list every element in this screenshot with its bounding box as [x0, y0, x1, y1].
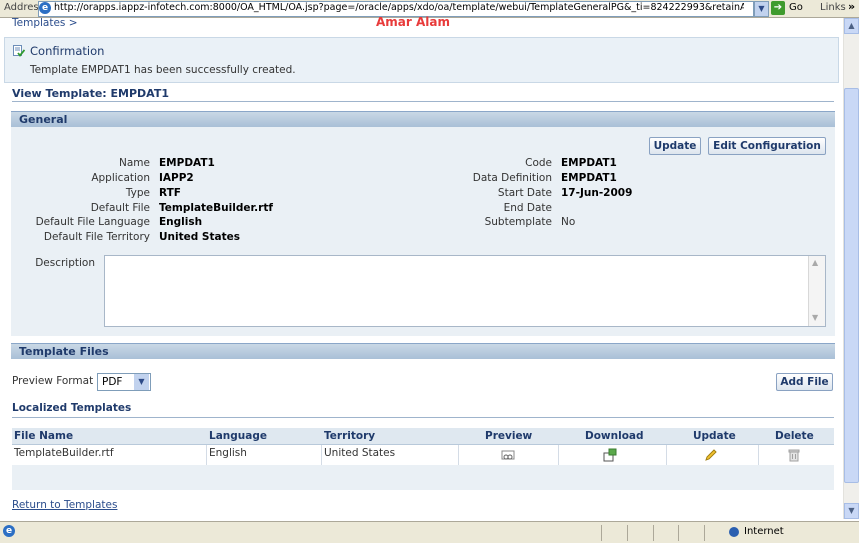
- description-scrollbar[interactable]: ▲ ▼: [808, 256, 825, 326]
- page-title: View Template: EMPDAT1: [12, 87, 169, 100]
- download-icon[interactable]: [603, 448, 617, 462]
- language-cell: English: [209, 447, 247, 459]
- status-divider: [627, 525, 628, 541]
- select-chevron-down-icon[interactable]: ▼: [134, 374, 149, 390]
- go-button[interactable]: ➔ Go: [771, 1, 805, 15]
- application-value: IAPP2: [159, 172, 194, 184]
- add-file-button[interactable]: Add File: [776, 373, 833, 391]
- subtemplate-label: Subtemplate: [484, 216, 552, 228]
- localized-divider: [12, 417, 834, 418]
- data-definition-label: Data Definition: [472, 172, 552, 184]
- scroll-up-icon[interactable]: ▲: [844, 18, 859, 34]
- scroll-thumb[interactable]: [844, 88, 859, 483]
- preview-glasses-icon[interactable]: [501, 450, 515, 462]
- table-header-row: File Name Language Territory Preview Dow…: [12, 428, 834, 445]
- table-row: TemplateBuilder.rtf English United State…: [12, 445, 834, 465]
- links-chevron-icon[interactable]: »: [848, 0, 855, 13]
- cell-divider: [458, 445, 459, 465]
- start-date-label: Start Date: [497, 187, 552, 199]
- type-label: Type: [125, 187, 150, 199]
- internet-zone-label: Internet: [744, 526, 784, 537]
- end-date-label: End Date: [503, 202, 552, 214]
- description-textarea[interactable]: ▲ ▼: [104, 255, 826, 327]
- ie-page-icon: e: [39, 2, 51, 14]
- breadcrumb-templates[interactable]: Templates >: [12, 17, 78, 29]
- col-preview: Preview: [485, 430, 533, 442]
- col-download: Download: [585, 430, 644, 442]
- preview-format-value: PDF: [102, 376, 123, 388]
- confirmation-message: Template EMPDAT1 has been successfully c…: [30, 64, 296, 76]
- author-watermark: Amar Alam: [376, 15, 450, 29]
- col-delete: Delete: [775, 430, 814, 442]
- name-value: EMPDAT1: [159, 157, 215, 169]
- go-label: Go: [789, 2, 803, 13]
- preview-format-select[interactable]: PDF ▼: [97, 373, 151, 391]
- url-text[interactable]: http://orapps.iappz-infotech.com:8000/OA…: [54, 2, 744, 13]
- col-file-name: File Name: [14, 430, 74, 442]
- cell-divider: [321, 445, 322, 465]
- status-divider: [678, 525, 679, 541]
- go-arrow-icon: ➔: [771, 1, 785, 15]
- file-name-cell: TemplateBuilder.rtf: [14, 447, 114, 459]
- return-to-templates-link[interactable]: Return to Templates: [12, 499, 117, 511]
- cell-divider: [666, 445, 667, 465]
- type-value: RTF: [159, 187, 181, 199]
- cell-divider: [558, 445, 559, 465]
- description-scroll-up-icon[interactable]: ▲: [812, 258, 818, 267]
- scroll-down-icon[interactable]: ▼: [844, 503, 859, 519]
- vertical-scrollbar[interactable]: ▲ ▼: [843, 18, 859, 519]
- links-label[interactable]: Links: [820, 2, 846, 13]
- template-files-header: Template Files: [11, 343, 835, 359]
- col-language: Language: [209, 430, 267, 442]
- delete-trash-icon[interactable]: [788, 448, 800, 462]
- subtemplate-value: No: [561, 216, 576, 228]
- default-file-value: TemplateBuilder.rtf: [159, 202, 273, 214]
- update-button[interactable]: Update: [649, 137, 701, 155]
- url-dropdown-button[interactable]: ▼: [754, 1, 769, 17]
- default-file-label: Default File: [90, 202, 150, 214]
- code-label: Code: [525, 157, 552, 169]
- general-header: General: [11, 111, 835, 127]
- code-value: EMPDAT1: [561, 157, 617, 169]
- start-date-value: 17-Jun-2009: [561, 187, 633, 199]
- ie-status-icon: e: [3, 525, 15, 537]
- status-divider: [704, 525, 705, 541]
- data-definition-value: EMPDAT1: [561, 172, 617, 184]
- default-file-territory-label: Default File Territory: [43, 231, 150, 243]
- territory-cell: United States: [324, 447, 396, 459]
- default-file-language-value: English: [159, 216, 203, 228]
- preview-format-label: Preview Format: [12, 375, 94, 387]
- status-divider: [601, 525, 602, 541]
- status-divider: [653, 525, 654, 541]
- general-section: General Update Edit Configuration Name E…: [11, 111, 835, 336]
- default-file-language-label: Default File Language: [35, 216, 150, 228]
- col-territory: Territory: [324, 430, 376, 442]
- internet-zone-icon: [729, 527, 739, 537]
- description-label: Description: [35, 257, 95, 269]
- edit-configuration-button[interactable]: Edit Configuration: [708, 137, 826, 155]
- cell-divider: [758, 445, 759, 465]
- update-pencil-icon[interactable]: [704, 448, 718, 462]
- localized-templates-title: Localized Templates: [12, 402, 132, 414]
- localized-templates-table: File Name Language Territory Preview Dow…: [12, 428, 834, 490]
- cell-divider: [206, 445, 207, 465]
- confirmation-box: Confirmation Template EMPDAT1 has been s…: [4, 37, 839, 83]
- confirmation-check-icon: [13, 45, 25, 57]
- title-divider: [12, 101, 834, 102]
- default-file-territory-value: United States: [159, 231, 240, 243]
- description-scroll-down-icon[interactable]: ▼: [812, 313, 818, 322]
- status-bar: e Internet: [0, 521, 859, 543]
- col-update: Update: [693, 430, 736, 442]
- application-label: Application: [91, 172, 150, 184]
- name-label: Name: [119, 157, 150, 169]
- confirmation-title: Confirmation: [30, 44, 105, 58]
